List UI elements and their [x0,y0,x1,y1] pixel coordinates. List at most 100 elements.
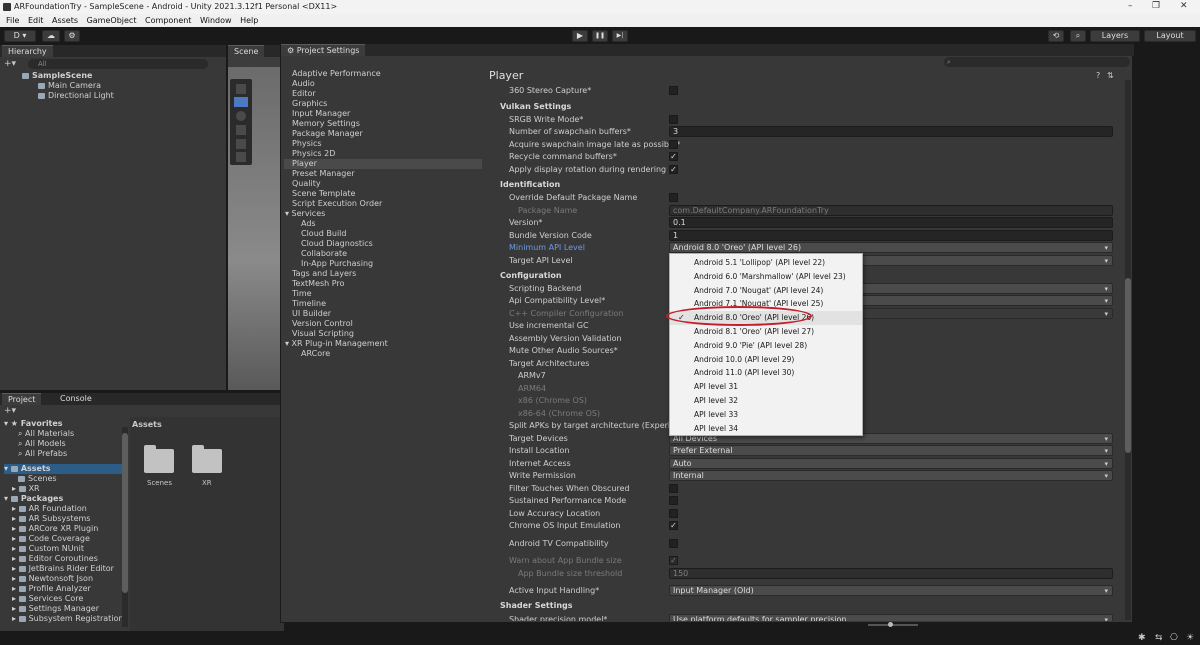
section-header[interactable]: Shader Settings [500,601,573,610]
setting-text-field[interactable]: 0.1 [669,217,1113,228]
category-item[interactable]: TextMesh Pro [284,279,482,289]
category-item[interactable]: ARCore [284,349,482,359]
project-add-button[interactable]: +▾ [4,406,16,416]
category-item[interactable]: Input Manager [284,109,482,119]
menu-gameobject[interactable]: GameObject [87,16,137,25]
package-item[interactable]: ▸ Subsystem Registration [4,614,124,624]
package-item[interactable]: ▸ Editor Coroutines [4,554,122,564]
move-tool-icon[interactable] [234,97,248,107]
packages-folder[interactable]: ▾ Packages [4,494,122,504]
setting-checkbox[interactable] [669,539,678,548]
setting-text-field[interactable]: com.DefaultCompany.ARFoundationTry [669,205,1113,216]
history-icon[interactable]: ⟲ [1048,30,1064,42]
package-item[interactable]: ▸ AR Foundation [4,504,122,514]
category-item[interactable]: Physics 2D [284,149,482,159]
tab-console[interactable]: Console [54,393,98,405]
add-object-button[interactable]: +▾ [4,59,16,69]
setting-checkbox[interactable] [669,193,678,202]
api-level-option[interactable]: Android 10.0 (API level 29) [670,353,862,367]
category-item[interactable]: Audio [284,79,482,89]
assets-folder[interactable]: ▾ Assets [4,464,122,474]
help-icon[interactable]: ? [1096,71,1100,80]
menu-edit[interactable]: Edit [28,16,44,25]
category-item[interactable]: ▾ XR Plug-in Management [284,339,482,349]
package-item[interactable]: ▸ AR Subsystems [4,514,122,524]
setting-checkbox[interactable]: ✓ [669,165,678,174]
close-window-button[interactable]: ✕ [1180,1,1188,11]
project-tree-scrollbar[interactable] [122,427,128,627]
preset-icon[interactable]: ⇅ [1107,71,1114,80]
scale-tool-icon[interactable] [236,125,246,135]
category-item-player[interactable]: Player [284,159,482,169]
api-level-option[interactable]: API level 31 [670,380,862,394]
setting-checkbox[interactable]: ✓ [669,521,678,530]
settings-search-input[interactable]: ⌕ [944,57,1130,67]
scrollbar-thumb[interactable] [1125,278,1131,453]
category-item[interactable]: Adaptive Performance [284,69,482,79]
package-item[interactable]: ▸ Services Core [4,594,122,604]
category-item[interactable]: Cloud Build [284,229,482,239]
cache-icon[interactable]: ⎔ [1170,633,1178,643]
api-level-option[interactable]: Android 11.0 (API level 30) [670,366,862,380]
category-item[interactable]: UI Builder [284,309,482,319]
hand-tool-icon[interactable] [236,84,246,94]
project-breadcrumb[interactable]: Assets [132,420,162,429]
category-item[interactable]: In-App Purchasing [284,259,482,269]
category-item[interactable]: ▾ Services [284,209,482,219]
setting-text-field[interactable]: 150 [669,568,1113,579]
section-header[interactable]: Vulkan Settings [500,102,571,111]
setting-checkbox[interactable]: ✓ [669,152,678,161]
setting-text-field[interactable]: 1 [669,230,1113,241]
favorite-item[interactable]: ⌕ All Prefabs [4,449,122,459]
favorite-item[interactable]: ⌕ All Materials [4,429,122,439]
pause-button[interactable]: ❚❚ [592,30,608,42]
category-item[interactable]: Package Manager [284,129,482,139]
package-item[interactable]: ▸ ARCore XR Plugin [4,524,122,534]
category-item[interactable]: Cloud Diagnostics [284,239,482,249]
search-icon[interactable]: ⌕ [1070,30,1086,42]
setting-dropdown[interactable]: Input Manager (Old) ▾ [669,585,1113,596]
setting-checkbox[interactable] [669,86,678,95]
hierarchy-search-input[interactable]: All [28,59,208,69]
category-item[interactable]: Visual Scripting [284,329,482,339]
settings-scrollbar[interactable] [1125,80,1131,620]
scene-root[interactable]: SampleScene [22,71,114,81]
menu-help[interactable]: Help [240,16,258,25]
scenes-folder-icon[interactable] [144,445,174,473]
hierarchy-item[interactable]: Main Camera [22,81,114,91]
category-item[interactable]: Editor [284,89,482,99]
setting-text-field[interactable]: 3 [669,126,1113,137]
hierarchy-item[interactable]: Directional Light [22,91,114,101]
setting-dropdown[interactable]: Use platform defaults for sampler precis… [669,614,1113,621]
category-item[interactable]: Memory Settings [284,119,482,129]
api-level-option[interactable]: API level 33 [670,408,862,422]
tab-project-settings[interactable]: ⚙ Project Settings [281,44,366,56]
light-icon[interactable]: ☀ [1186,633,1194,643]
setting-checkbox[interactable] [669,509,678,518]
scrollbar-thumb[interactable] [122,433,128,593]
asset-folder-item[interactable]: ▸ XR [4,484,122,494]
setting-checkbox[interactable] [669,496,678,505]
category-item[interactable]: Graphics [284,99,482,109]
category-item[interactable]: Version Control [284,319,482,329]
api-level-option[interactable]: API level 34 [670,422,862,436]
maximize-button[interactable]: ❐ [1152,1,1160,11]
category-item[interactable]: Collaborate [284,249,482,259]
step-button[interactable]: ▶| [612,30,628,42]
account-button[interactable]: D ▾ [4,30,36,42]
category-item[interactable]: Preset Manager [284,169,482,179]
play-button[interactable]: ▶ [572,30,588,42]
cloud-icon[interactable]: ☁ [42,30,60,42]
more-options-icon[interactable]: ⋮ [1117,71,1120,80]
api-level-option[interactable]: Android 9.0 'Pie' (API level 28) [670,339,862,353]
favorites-folder[interactable]: ▾ ★ Favorites [4,419,122,429]
tab-hierarchy[interactable]: Hierarchy [2,45,53,57]
slider-handle[interactable] [888,622,893,627]
package-item[interactable]: ▸ Settings Manager [4,604,122,614]
category-item[interactable]: Script Execution Order [284,199,482,209]
setting-checkbox[interactable] [669,115,678,124]
setting-checkbox[interactable] [669,484,678,493]
package-item[interactable]: ▸ JetBrains Rider Editor [4,564,122,574]
category-item[interactable]: Tags and Layers [284,269,482,279]
menu-assets[interactable]: Assets [52,16,78,25]
